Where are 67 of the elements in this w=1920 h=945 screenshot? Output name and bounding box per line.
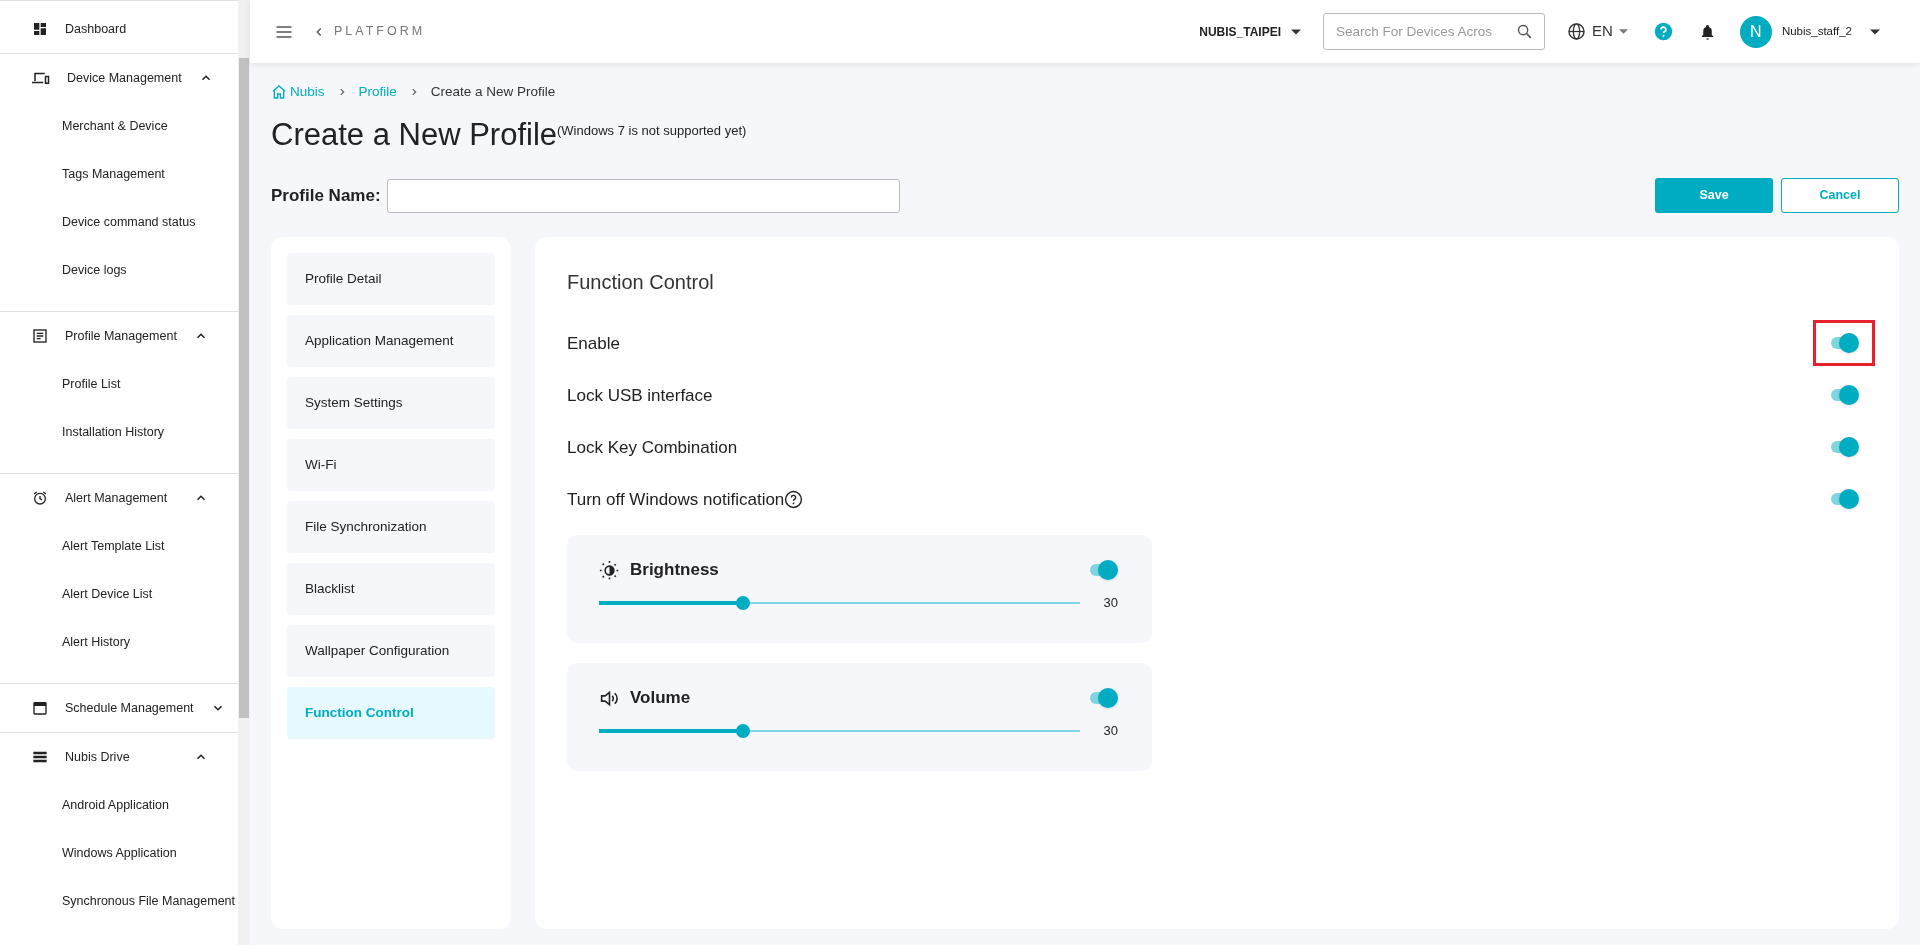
scrollbar[interactable] — [238, 0, 250, 945]
toggle-switch[interactable] — [1829, 385, 1859, 406]
tab[interactable]: Profile Detail — [287, 253, 495, 306]
storage-icon — [32, 749, 48, 765]
sidebar-group[interactable]: Schedule Management — [0, 684, 238, 732]
field-label: Profile Name: — [271, 185, 381, 207]
home-icon — [271, 84, 287, 101]
sidebar-group[interactable]: Device Management — [0, 54, 238, 102]
sidebar-item[interactable]: Tags Management — [0, 150, 238, 198]
slider[interactable] — [599, 723, 1080, 738]
tab[interactable]: Application Management — [287, 315, 495, 368]
sidebar-item[interactable]: Installation History — [0, 408, 238, 456]
brightness-icon — [599, 559, 620, 581]
toggle-switch[interactable] — [1088, 688, 1118, 708]
slider-label: Volume — [630, 687, 691, 710]
sidebar-group[interactable]: Profile Management — [0, 312, 238, 360]
switch-label: Lock USB interface — [567, 384, 713, 407]
search-icon[interactable] — [1516, 23, 1534, 40]
sidebar-item[interactable]: Profile List — [0, 360, 238, 408]
dashboard-icon — [32, 21, 48, 37]
sidebar-item[interactable]: Alert History — [0, 618, 238, 666]
devices-icon — [32, 70, 50, 86]
tab[interactable]: Wi-Fi — [287, 439, 495, 492]
help-icon[interactable] — [784, 489, 804, 509]
tab[interactable]: System Settings — [287, 377, 495, 430]
page-subtitle: (Windows 7 is not supported yet) — [557, 121, 747, 140]
switch-label: Enable — [567, 332, 620, 355]
sidebar-item[interactable]: Merchant & Device — [0, 102, 238, 150]
toggle-switch[interactable] — [1829, 437, 1859, 458]
profile-name-field[interactable] — [386, 178, 900, 213]
sidebar-item[interactable]: Windows Application — [0, 829, 238, 877]
section-title: Function Control — [567, 270, 715, 296]
language-selector[interactable]: EN — [1567, 20, 1628, 43]
sidebar-group[interactable]: Dashboard — [0, 5, 238, 53]
search-field[interactable]: Search For Devices Acros — [1323, 13, 1546, 50]
tab[interactable]: Wallpaper Configuration — [287, 625, 495, 678]
slider-value: 30 — [1103, 721, 1118, 740]
calendar-icon — [32, 700, 48, 716]
tab[interactable]: File Synchronization — [287, 501, 495, 554]
organization-dropdown[interactable]: NUBIS_TAIPEI — [1199, 22, 1302, 41]
page-title: Create a New Profile — [271, 116, 557, 155]
sidebar-group[interactable]: Alert Management — [0, 474, 238, 522]
document-icon — [32, 328, 48, 344]
toggle-switch[interactable] — [1088, 560, 1118, 580]
toggle-switch[interactable] — [1829, 333, 1859, 354]
tab[interactable]: Blacklist — [287, 563, 495, 616]
caret-down-icon[interactable] — [1870, 28, 1880, 35]
slider[interactable] — [599, 595, 1080, 610]
slider-label: Brightness — [630, 559, 719, 582]
caret-down-icon — [1291, 28, 1302, 35]
sidebar-item[interactable]: Android Application — [0, 781, 238, 829]
toggle-switch[interactable] — [1829, 489, 1859, 510]
user-name[interactable]: Nubis_staff_2 — [1781, 22, 1852, 41]
sidebar-group[interactable]: Nubis Drive — [0, 733, 238, 781]
alarm-clock-icon — [32, 490, 48, 506]
globe-icon — [1567, 22, 1587, 41]
sidebar-item[interactable]: Alert Device List — [0, 570, 238, 618]
breadcrumb-current: Create a New Profile — [430, 83, 556, 101]
slider-value: 30 — [1103, 593, 1118, 612]
sidebar-item[interactable]: Synchronous File Management — [0, 877, 238, 925]
switch-label: Turn off Windows notification — [567, 488, 785, 511]
sidebar-item[interactable]: Device command status — [0, 198, 238, 246]
caret-down-icon — [1618, 29, 1628, 34]
switch-label: Lock Key Combination — [567, 436, 738, 459]
sidebar-item[interactable]: Device logs — [0, 246, 238, 294]
platform-label: PLATFORM — [334, 23, 426, 41]
sidebar-item[interactable]: Alert Template List — [0, 522, 238, 570]
